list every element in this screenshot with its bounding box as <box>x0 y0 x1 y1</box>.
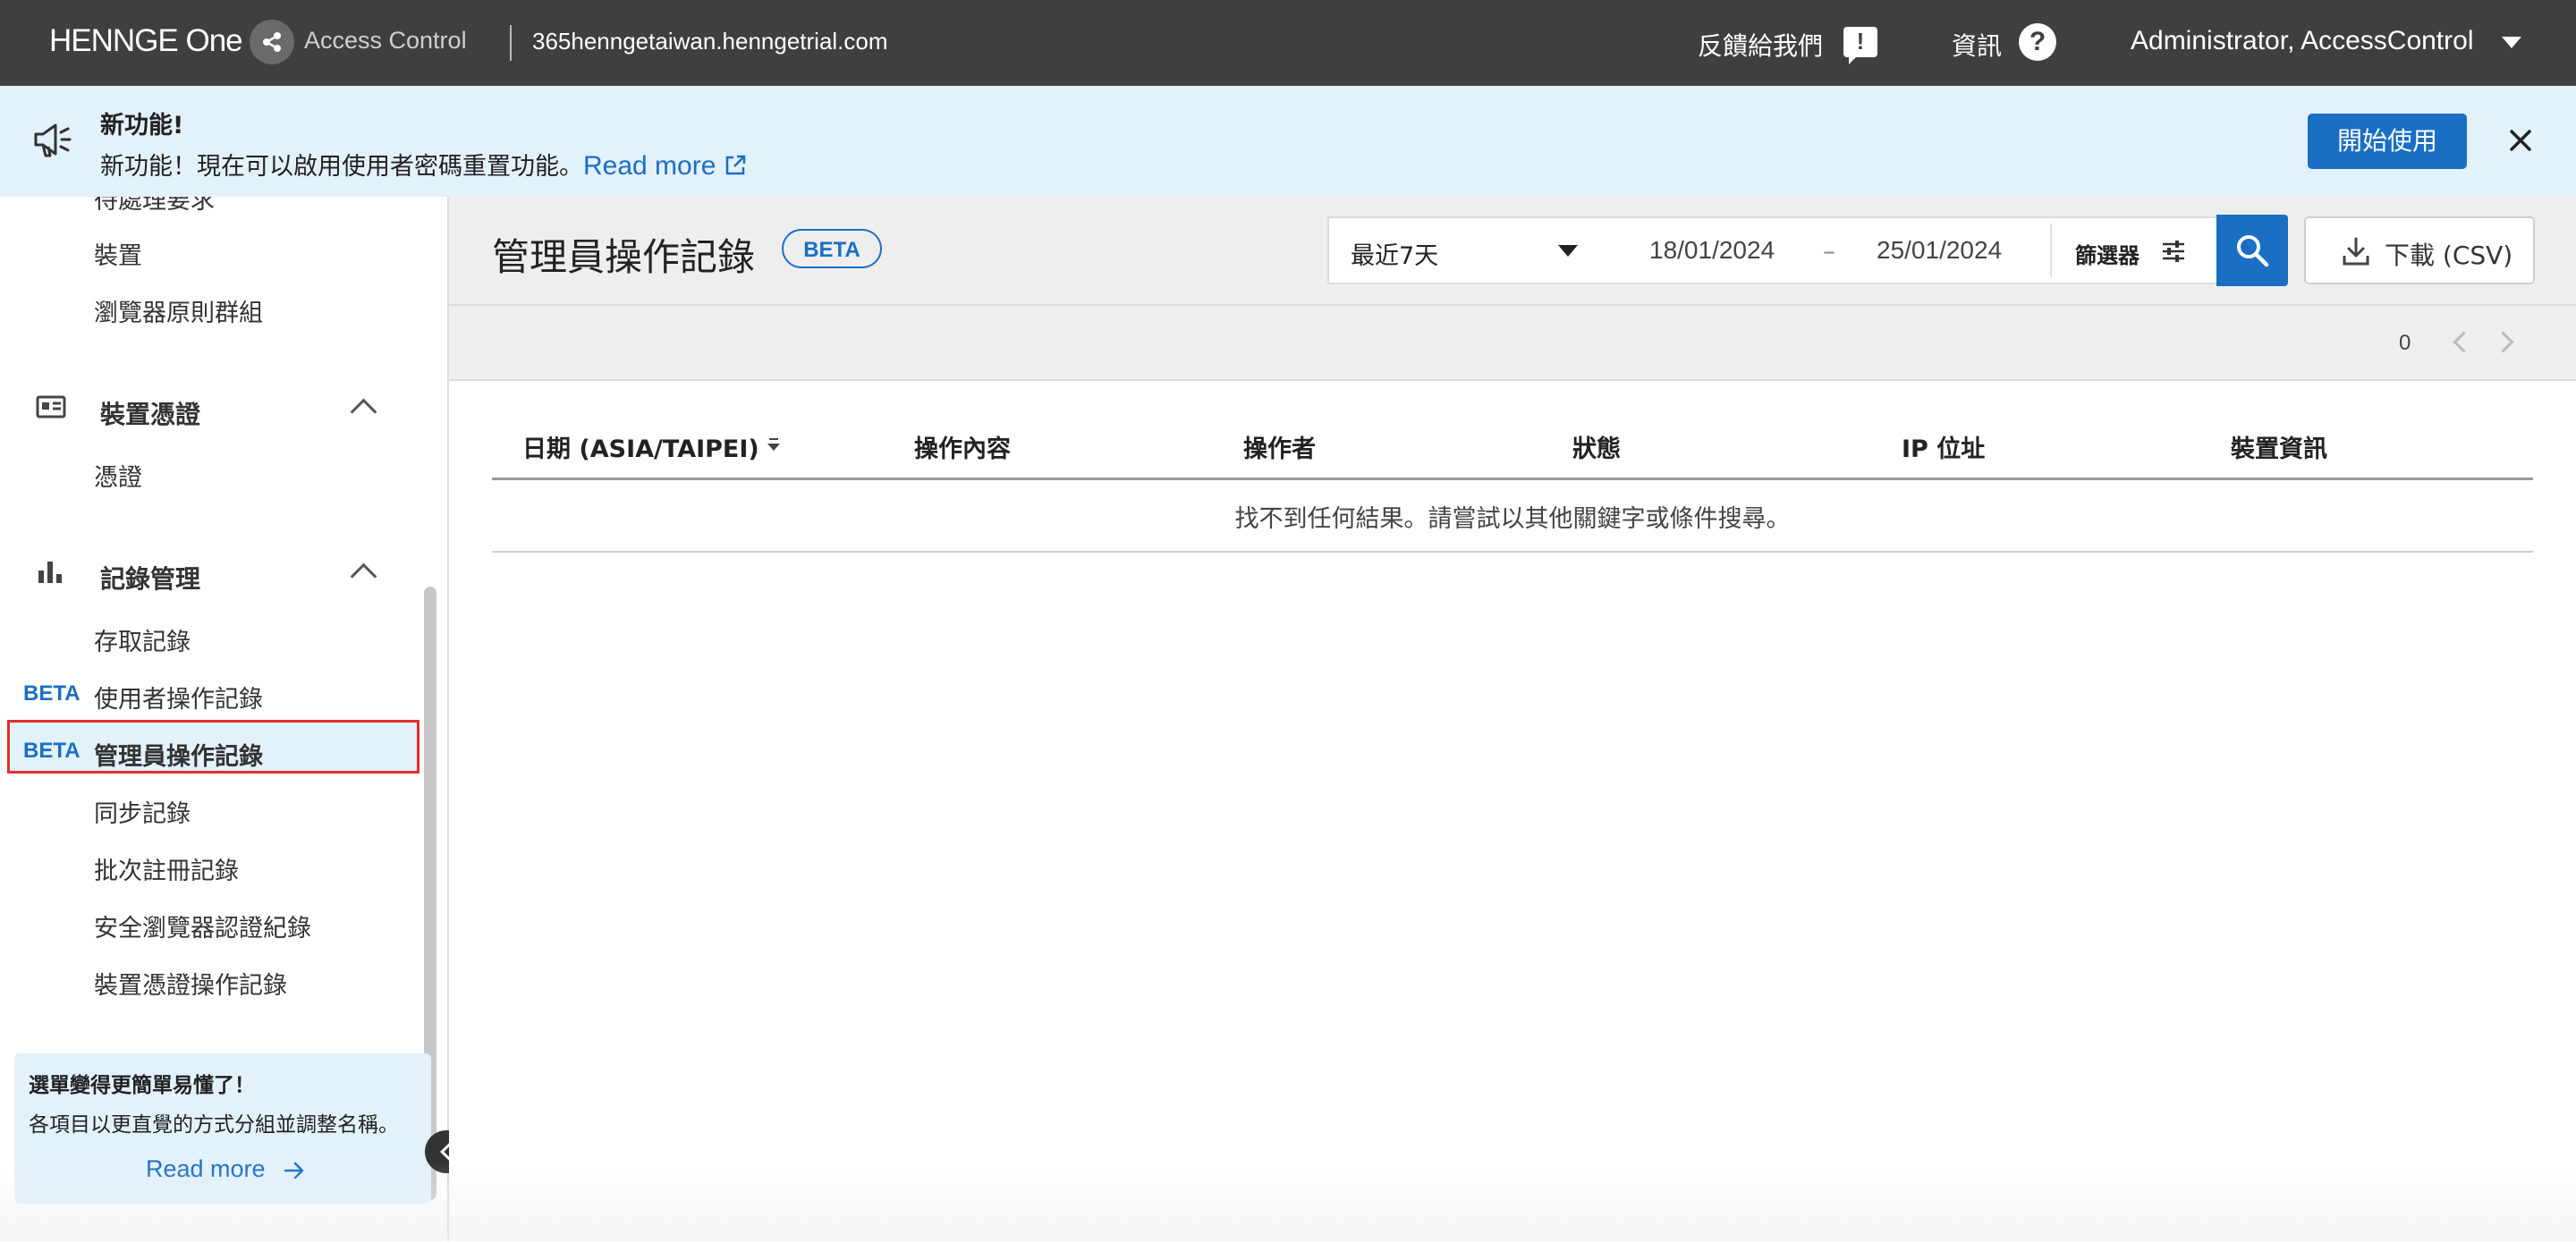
help-icon[interactable]: ? <box>2019 23 2056 61</box>
row-divider <box>492 551 2533 553</box>
megaphone-icon <box>32 120 73 163</box>
feedback-icon[interactable]: ! <box>1843 27 1877 64</box>
search-icon <box>2237 235 2269 267</box>
beta-tag: BETA <box>23 681 80 706</box>
chevron-up-icon[interactable] <box>350 398 377 426</box>
date-from-input[interactable]: 18/01/2024 <box>1649 236 1775 265</box>
column-header-date[interactable]: 日期 (ASIA/TAIPEI) <box>522 429 759 464</box>
id-card-icon <box>36 395 66 422</box>
sidebar-item-certificates[interactable]: 憑證 <box>94 458 142 493</box>
tip-text: 各項目以更直覺的方式分組並調整名稱。 <box>29 1113 399 1137</box>
sidebar-item-sync-logs[interactable]: 同步記錄 <box>94 794 191 829</box>
user-menu[interactable]: Administrator, AccessControl <box>2131 26 2473 56</box>
sidebar-item-bulk-registration-logs[interactable]: 批次註冊記錄 <box>94 851 239 886</box>
arrow-right-icon[interactable] <box>283 1159 306 1186</box>
date-separator: – <box>1823 236 1835 266</box>
filter-button[interactable]: 篩選器 <box>2075 238 2140 269</box>
banner-title: 新功能! <box>100 112 184 140</box>
get-started-button[interactable]: 開始使用 <box>2308 114 2467 169</box>
column-header-device-info: 裝置資訊 <box>2231 435 2327 463</box>
filter-divider <box>2050 224 2052 277</box>
sidebar-group-device-certificates[interactable]: 裝置憑證 <box>100 395 200 431</box>
sidebar-item-devices[interactable]: 裝置 <box>94 236 142 271</box>
sort-icon-line[interactable] <box>769 438 778 440</box>
page-header: 管理員操作記錄 BETA 最近7天 18/01/2024 – 25/01/202… <box>449 197 2576 304</box>
feedback-link[interactable]: 反饋給我們 <box>1698 27 1823 63</box>
banner-message: 新功能！現在可以啟用使用者密碼重置功能。 <box>100 153 583 181</box>
caret-down-icon[interactable] <box>1558 245 1578 257</box>
top-divider <box>510 25 512 61</box>
logo-product: Access Control <box>304 27 467 54</box>
sort-icon[interactable] <box>767 444 780 451</box>
download-label: 下載 (CSV) <box>2385 241 2513 270</box>
column-header-operator: 操作者 <box>1243 435 1316 463</box>
tip-title: 選單變得更簡單易懂了！ <box>29 1074 255 1097</box>
tenant-domain: 365henngetaiwan.henngetrial.com <box>532 28 888 55</box>
download-csv-button[interactable]: 下載 (CSV) <box>2304 216 2535 284</box>
menu-tip-box: 選單變得更簡單易懂了！ 各項目以更直覺的方式分組並調整名稱。 Read more <box>14 1053 431 1204</box>
date-range-select[interactable]: 最近7天 <box>1351 236 1438 271</box>
banner-text: 新功能！現在可以啟用使用者密碼重置功能。Read more <box>100 147 747 182</box>
page-title: 管理員操作記錄 <box>492 235 756 279</box>
date-to-input[interactable]: 25/01/2024 <box>1877 236 2002 265</box>
chevron-left-icon[interactable] <box>2453 331 2475 353</box>
feedback-icon-glyph: ! <box>1856 28 1865 55</box>
date-filter-bar: 最近7天 18/01/2024 – 25/01/2024 篩選器 <box>1327 216 2218 284</box>
announcement-banner: 新功能! 新功能！現在可以啟用使用者密碼重置功能。Read more 開始使用 <box>0 86 2576 197</box>
sidebar-item-access-logs[interactable]: 存取記錄 <box>94 622 191 657</box>
column-header-ip-address: IP 位址 <box>1902 435 1986 463</box>
column-header-status: 狀態 <box>1572 435 1621 463</box>
result-count: 0 <box>2399 331 2411 355</box>
sidebar-item-user-activity-logs[interactable]: 使用者操作記錄 <box>94 680 263 715</box>
logo-brand[interactable]: HENNGE One <box>49 23 243 59</box>
beta-badge: BETA <box>782 229 882 268</box>
pagination-bar: 0 <box>449 304 2576 381</box>
sidebar-item-browser-policy-groups[interactable]: 瀏覽器原則群組 <box>94 293 263 328</box>
close-icon[interactable] <box>2504 124 2537 156</box>
column-header-action: 操作內容 <box>914 435 1011 463</box>
sidebar-item-pending-requests[interactable]: 待處理要求 <box>94 197 215 216</box>
logs-table: 日期 (ASIA/TAIPEI) 操作內容 操作者 狀態 IP 位址 裝置資訊 … <box>449 379 2576 1243</box>
info-link[interactable]: 資訊 <box>1952 27 2002 63</box>
chevron-right-icon[interactable] <box>2492 331 2514 353</box>
chevron-down-icon[interactable] <box>2502 37 2521 48</box>
search-button[interactable] <box>2216 215 2288 286</box>
tip-read-more-link[interactable]: Read more <box>146 1155 266 1183</box>
sidebar-item-secure-browser-auth-logs[interactable]: 安全瀏覽器認證紀錄 <box>94 909 311 943</box>
sidebar-group-logs[interactable]: 記錄管理 <box>100 560 200 596</box>
empty-state-message: 找不到任何結果。請嘗試以其他關鍵字或條件搜尋。 <box>1234 505 1791 533</box>
external-link-icon[interactable] <box>724 154 747 177</box>
sidebar: 待處理要求 裝置 瀏覽器原則群組 裝置憑證 憑證 記錄管理 存取記錄 BETA … <box>0 197 449 1241</box>
top-bar: HENNGE One Access Control 365henngetaiwa… <box>0 0 2576 86</box>
header-divider <box>492 478 2533 480</box>
logo-icon <box>250 20 294 64</box>
download-icon <box>2342 236 2370 270</box>
chevron-up-icon[interactable] <box>350 562 377 590</box>
sidebar-item-device-cert-activity-logs[interactable]: 裝置憑證操作記錄 <box>94 966 287 1001</box>
banner-read-more-link[interactable]: Read more <box>583 151 716 181</box>
beta-tag: BETA <box>23 739 80 763</box>
sliders-icon[interactable] <box>2161 240 2186 266</box>
sidebar-item-admin-activity-logs[interactable]: 管理員操作記錄 <box>94 737 263 772</box>
bar-chart-icon <box>36 558 64 587</box>
